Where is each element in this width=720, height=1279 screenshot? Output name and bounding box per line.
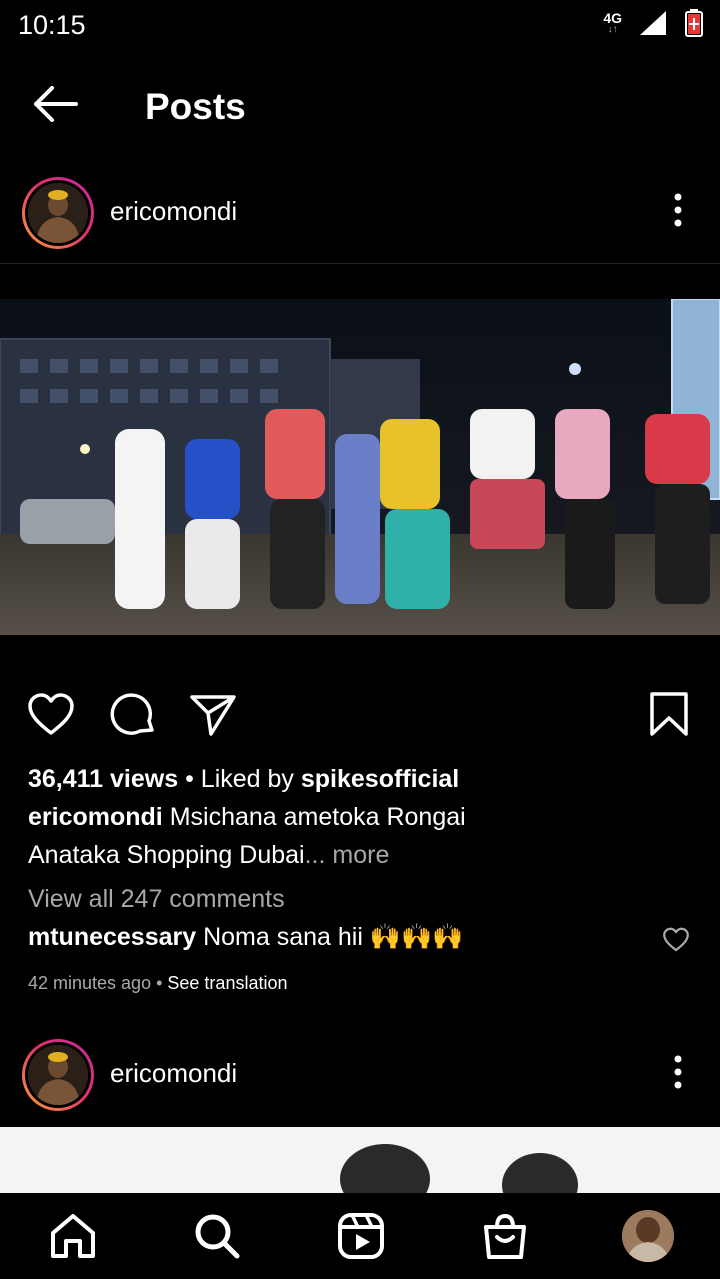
battery-icon	[685, 9, 703, 37]
post-time: 42 minutes ago	[28, 973, 152, 993]
divider	[0, 263, 720, 264]
profile-avatar-image	[622, 1210, 674, 1262]
comment-icon[interactable]	[108, 690, 158, 740]
post-header-2: ericomondi	[0, 1034, 720, 1120]
comment-like-icon[interactable]	[662, 926, 690, 954]
caption-line2: Anataka Shopping Dubai... more	[28, 836, 698, 874]
post-username[interactable]: ericomondi	[110, 196, 237, 227]
avatar-2[interactable]	[22, 1039, 94, 1111]
comment-emoji: 🙌🙌🙌	[369, 923, 464, 951]
caption-username[interactable]: ericomondi	[28, 803, 163, 831]
comment-preview: mtunecessary Noma sana hii 🙌🙌🙌	[28, 918, 698, 956]
more-vertical-icon[interactable]	[666, 1052, 690, 1092]
profile-avatar[interactable]	[622, 1210, 674, 1262]
post-username-2[interactable]: ericomondi	[110, 1058, 237, 1089]
status-bar: 10:15 4G ↓↑	[0, 0, 720, 50]
post-details: 36,411 views • Liked by spikesofficial e…	[28, 760, 698, 1002]
video-frame	[0, 299, 720, 635]
top-app-bar: Posts	[0, 70, 720, 138]
search-icon[interactable]	[192, 1211, 242, 1261]
post-meta: 42 minutes ago • See translation	[28, 964, 698, 1002]
avatar[interactable]	[22, 177, 94, 249]
post-image-2[interactable]	[0, 1127, 720, 1193]
meta-separator: •	[151, 973, 168, 993]
liked-by-prefix: • Liked by	[178, 765, 301, 793]
send-icon[interactable]	[188, 690, 238, 740]
post-video[interactable]	[0, 299, 720, 635]
engagement-line: 36,411 views • Liked by spikesofficial	[28, 760, 698, 798]
data-arrows-icon: ↓↑	[607, 23, 618, 35]
arrow-left-icon[interactable]	[30, 84, 82, 124]
status-time: 10:15	[18, 10, 86, 40]
comment-username[interactable]: mtunecessary	[28, 923, 196, 951]
post-actions	[0, 690, 720, 746]
bottom-navigation	[0, 1193, 720, 1279]
caption-more-link[interactable]: ... more	[305, 841, 390, 869]
page-title: Posts	[145, 86, 246, 127]
reels-icon[interactable]	[336, 1211, 386, 1261]
status-icons: 4G ↓↑	[603, 8, 704, 38]
comment-text: Noma sana hii	[196, 923, 370, 951]
signal-icon	[640, 11, 666, 35]
network-indicator: 4G ↓↑	[603, 11, 622, 35]
post-header: ericomondi	[0, 172, 720, 258]
caption-text-line1: Msichana ametoka Rongai	[162, 803, 466, 831]
caption: ericomondi Msichana ametoka Rongai	[28, 798, 698, 836]
profile-picture-2	[28, 1045, 88, 1105]
profile-picture	[28, 183, 88, 243]
view-all-comments-link[interactable]: View all 247 comments	[28, 880, 698, 918]
shop-icon[interactable]	[480, 1211, 530, 1261]
see-translation-link[interactable]: See translation	[167, 973, 287, 993]
heart-icon[interactable]	[26, 690, 76, 740]
more-vertical-icon[interactable]	[666, 190, 690, 230]
home-icon[interactable]	[48, 1211, 98, 1261]
liked-by-user[interactable]: spikesofficial	[301, 765, 459, 793]
bookmark-icon[interactable]	[644, 690, 694, 740]
views-count[interactable]: 36,411 views	[28, 765, 178, 793]
caption-text-line2: Anataka Shopping Dubai	[28, 841, 305, 869]
image-preview	[0, 1127, 720, 1193]
